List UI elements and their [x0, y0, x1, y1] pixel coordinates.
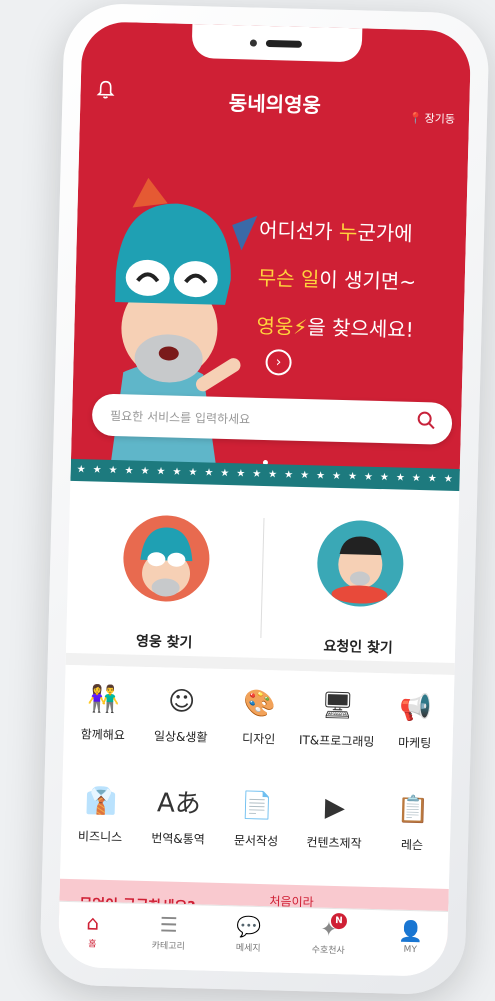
category-business[interactable]: 👔 비즈니스: [61, 781, 141, 846]
category-together[interactable]: 👫 함께해요: [64, 679, 144, 744]
hero-next-arrow-icon[interactable]: ›: [265, 348, 292, 376]
find-divider: [260, 517, 265, 638]
search-input[interactable]: 필요한 서비스를 입력하세요: [110, 407, 251, 428]
hero-tagline: 어디선가 누군가에 무슨 일이 생기면~ 영웅⚡을 찾으세요!: [256, 206, 460, 355]
tab-message[interactable]: 💬 메세지: [218, 914, 279, 955]
phone-frame: 동네의영웅 📍 장기동 어디선가 누군가에 무슨 일이 생기면~ 영웅⚡을 찾으…: [39, 2, 490, 996]
hero-banner: 동네의영웅 📍 장기동 어디선가 누군가에 무슨 일이 생기면~ 영웅⚡을 찾으…: [70, 21, 472, 472]
tab-category[interactable]: ☰ 카테고리: [138, 912, 199, 953]
tab-my[interactable]: 👤 MY: [380, 918, 441, 956]
find-hero-card[interactable]: 영웅 찾기: [74, 503, 258, 658]
lesson-board-icon: 📋: [396, 794, 430, 826]
hero-avatar: [122, 514, 211, 603]
document-icon: 📄: [240, 790, 274, 822]
megaphone-icon: 📢: [399, 692, 433, 724]
tab-guardian[interactable]: ✦ N 수호천사: [298, 912, 359, 957]
business-shirt-icon: 👔: [84, 786, 118, 818]
together-icon: 👫: [87, 684, 121, 716]
tagline-line-3: 영웅⚡을 찾으세요!: [256, 313, 415, 342]
category-it-programming[interactable]: 🖥 IT&프로그래밍: [297, 685, 377, 750]
menu-lines-icon: ☰: [159, 912, 179, 937]
bottom-tab-bar: ⌂ 홈 ☰ 카테고리 💬 메세지 ✦ N 수호천사 👤 MY: [57, 900, 449, 977]
chat-bubble-icon: 💬: [236, 914, 262, 940]
monitor-icon: 🖥: [320, 690, 355, 722]
app-screen: 동네의영웅 📍 장기동 어디선가 누군가에 무슨 일이 생기면~ 영웅⚡을 찾으…: [57, 21, 472, 977]
category-daily-life[interactable]: ☺ 일상&생활: [142, 681, 222, 746]
phone-notch: [191, 23, 363, 63]
location-label: 장기동: [424, 112, 456, 126]
search-icon[interactable]: [416, 410, 437, 436]
find-requester-label: 요청인 찾기: [323, 638, 393, 657]
find-requester-card[interactable]: 요청인 찾기: [268, 508, 452, 663]
home-icon: ⌂: [86, 910, 100, 935]
tab-home[interactable]: ⌂ 홈: [62, 910, 123, 951]
category-marketing[interactable]: 📢 마케팅: [375, 687, 455, 752]
find-section: 영웅 찾기 요청인 찾기: [65, 482, 460, 664]
palette-icon: 🎨: [243, 688, 277, 720]
play-icon: ▶: [324, 792, 346, 824]
category-lesson[interactable]: 📋 레슨: [373, 789, 453, 854]
find-hero-label: 영웅 찾기: [135, 633, 193, 652]
tagline-line-2: 무슨 일이 생기면~: [257, 265, 417, 294]
daily-life-icon: ☺: [167, 686, 196, 718]
person-icon: 👤: [397, 918, 424, 944]
location-selector[interactable]: 📍 장기동: [409, 110, 455, 127]
requester-avatar: [316, 519, 405, 608]
category-design[interactable]: 🎨 디자인: [220, 683, 300, 748]
translate-icon: Aあ: [156, 788, 202, 820]
location-pin-icon: 📍: [408, 111, 423, 126]
guardian-icon: ✦: [320, 916, 338, 942]
category-grid: 👫 함께해요 ☺ 일상&생활 🎨 디자인 🖥 IT&프로그래밍 📢 마케팅 👔: [59, 664, 455, 889]
tagline-line-1: 어디선가 누군가에: [258, 217, 413, 246]
category-document[interactable]: 📄 문서작성: [217, 785, 297, 850]
category-translation[interactable]: Aあ 번역&통역: [139, 783, 219, 848]
category-content[interactable]: ▶ 컨텐츠제작: [295, 787, 375, 852]
